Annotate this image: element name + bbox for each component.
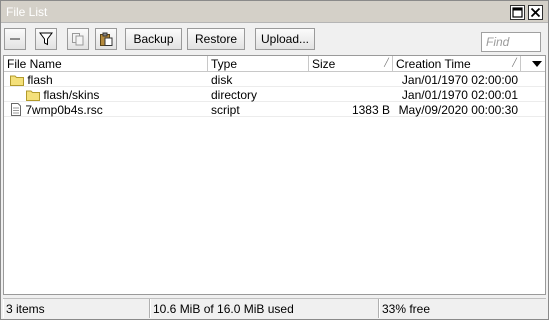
filter-button[interactable] [35, 28, 57, 50]
file-name: 7wmp0b4s.rsc [25, 103, 103, 117]
find-input[interactable] [481, 32, 541, 52]
creation-time-cell: May/09/2020 00:00:30 [398, 103, 518, 117]
file-name-cell: flash/skins [23, 87, 207, 102]
close-button[interactable] [528, 5, 543, 20]
column-label: File Name [7, 57, 62, 71]
size-cell [309, 72, 393, 87]
minus-icon [10, 38, 20, 40]
table-row[interactable]: flash/skins directory Jan/01/1970 02:00:… [4, 87, 545, 102]
status-disk-usage: 10.6 MiB of 16.0 MiB used [150, 299, 379, 318]
table-header: File Name Type Size ╱ Creation Time ╱ [4, 56, 545, 72]
sort-indicator-icon: ╱ [512, 58, 517, 67]
column-label: Type [211, 57, 238, 71]
upload-button[interactable]: Upload... [255, 28, 315, 50]
column-header-file-name[interactable]: File Name [4, 56, 208, 72]
status-bar: 3 items 10.6 MiB of 16.0 MiB used 33% fr… [3, 298, 546, 318]
column-header-size[interactable]: Size ╱ [309, 56, 393, 72]
sort-indicator-icon: ╱ [384, 58, 389, 67]
toolbar: Backup Restore Upload... [1, 24, 548, 54]
file-name-cell: flash [7, 72, 207, 87]
copy-button[interactable] [67, 28, 89, 50]
window-title: File List [6, 5, 48, 19]
file-name: flash [27, 73, 53, 87]
column-header-creation-time[interactable]: Creation Time ╱ [393, 56, 521, 72]
folder-icon [10, 75, 24, 86]
column-menu-button[interactable] [528, 56, 545, 72]
file-name-cell: 7wmp0b4s.rsc [7, 102, 207, 117]
file-table: File Name Type Size ╱ Creation Time ╱ fl… [3, 55, 546, 295]
size-cell: 1383 B [351, 103, 390, 117]
paste-icon [100, 32, 113, 46]
backup-button[interactable]: Backup [125, 28, 182, 50]
maximize-icon [512, 7, 523, 18]
status-item-count: 3 items [3, 299, 150, 318]
remove-button[interactable] [4, 28, 26, 50]
title-bar[interactable]: File List [1, 1, 548, 23]
column-label: Size [312, 57, 336, 71]
document-icon [11, 103, 21, 116]
paste-button[interactable] [95, 28, 117, 50]
copy-icon [72, 33, 84, 46]
column-header-type[interactable]: Type [208, 56, 309, 72]
creation-time-cell: Jan/01/1970 02:00:01 [401, 88, 518, 102]
column-label: Creation Time [396, 57, 471, 71]
status-free-space: 33% free [379, 299, 546, 318]
type-cell: disk [211, 73, 233, 87]
table-row[interactable]: 7wmp0b4s.rsc script 1383 B May/09/2020 0… [4, 102, 545, 117]
maximize-button[interactable] [510, 5, 525, 20]
creation-time-cell: Jan/01/1970 02:00:00 [401, 73, 518, 87]
type-cell: script [211, 103, 240, 117]
type-cell: directory [211, 88, 258, 102]
file-list-window: File List Backup Restore Upload... Find … [0, 0, 549, 320]
filter-icon [39, 32, 53, 46]
table-row[interactable]: flash disk Jan/01/1970 02:00:00 [4, 72, 545, 87]
triangle-down-icon [531, 61, 542, 67]
size-cell [309, 87, 393, 102]
close-icon [530, 7, 541, 18]
restore-button[interactable]: Restore [187, 28, 245, 50]
file-name: flash/skins [43, 88, 100, 102]
folder-icon [26, 90, 40, 101]
